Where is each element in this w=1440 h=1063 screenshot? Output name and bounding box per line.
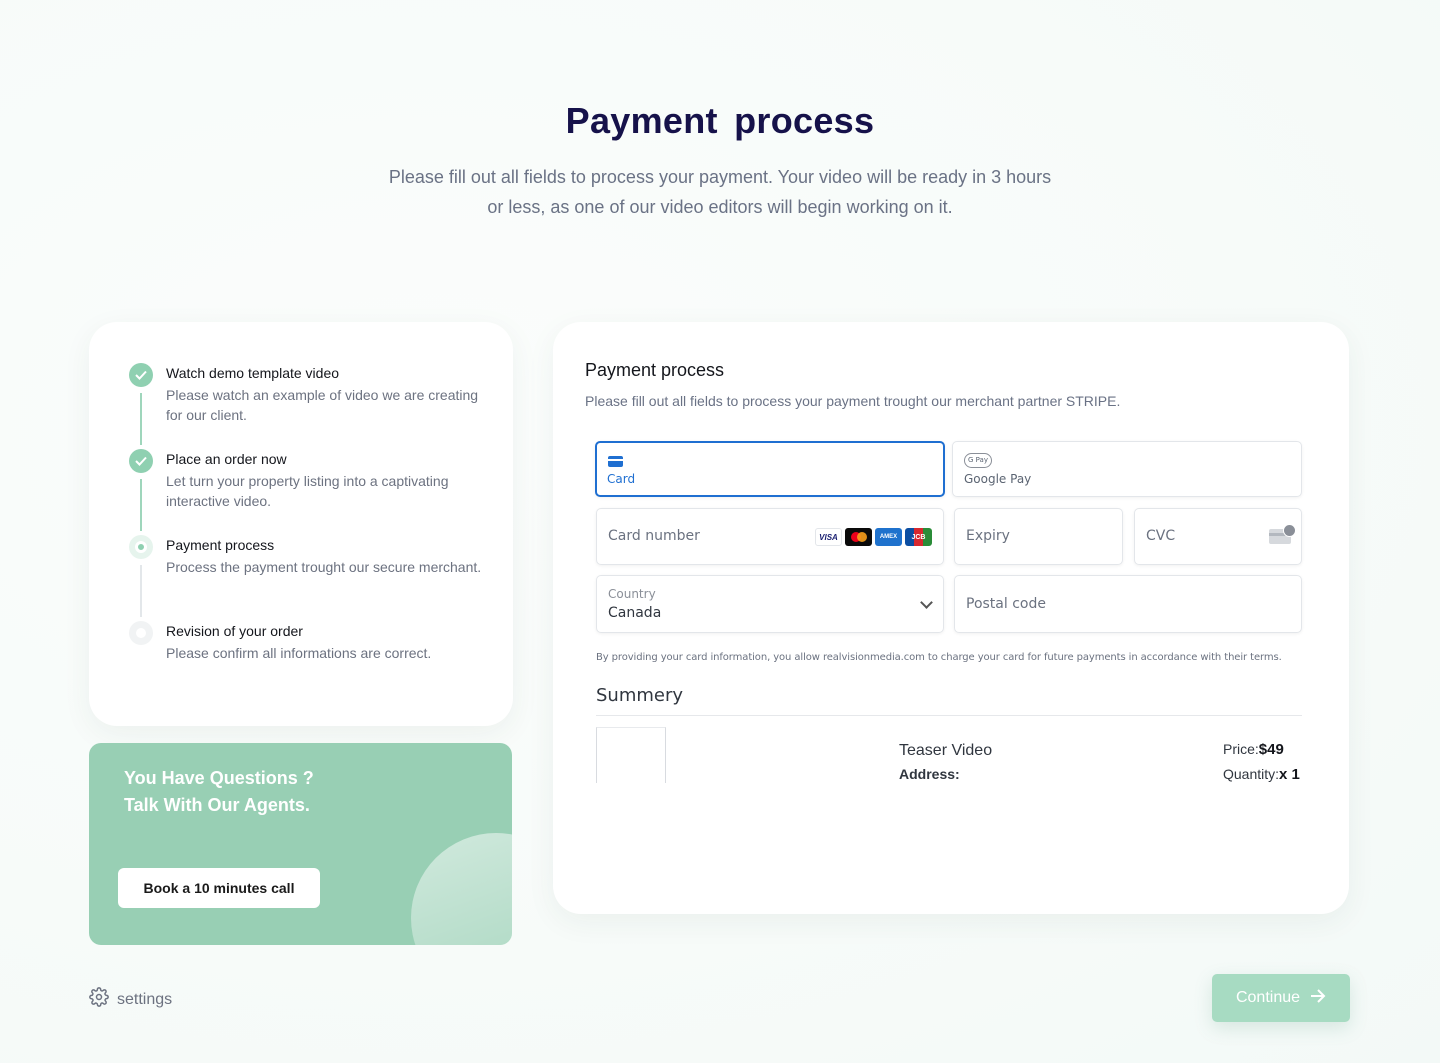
item-name: Teaser Video <box>899 742 993 759</box>
item-quantity: Quantity:x 1 <box>1223 766 1300 783</box>
summary-title: Summery <box>596 685 684 706</box>
cvc-card-icon <box>1269 524 1296 544</box>
divider <box>596 715 1302 716</box>
settings-link[interactable]: settings <box>89 987 172 1012</box>
payment-method-card[interactable]: Card <box>595 441 945 497</box>
continue-button[interactable]: Continue <box>1212 974 1350 1022</box>
check-icon <box>129 449 153 473</box>
check-icon <box>129 363 153 387</box>
step-title: Payment process <box>166 537 275 553</box>
method-label: Card <box>607 472 636 486</box>
help-card: You Have Questions ? Talk With Our Agent… <box>89 743 512 945</box>
steps-card: Watch demo template video Please watch a… <box>89 322 513 726</box>
item-address-label: Address: <box>899 766 960 782</box>
amex-icon: AMEX <box>875 528 902 546</box>
step-description: Please confirm all informations are corr… <box>166 645 432 661</box>
step-description: Process the payment trought our secure m… <box>166 559 482 575</box>
country-value: Canada <box>608 605 662 621</box>
step-title: Place an order now <box>166 451 287 467</box>
payment-title: Payment process <box>585 360 725 380</box>
step-connector <box>140 393 142 445</box>
arrow-right-icon <box>1310 988 1326 1008</box>
item-thumbnail <box>596 727 666 783</box>
payment-method-google-pay[interactable]: G Pay Google Pay <box>952 441 1302 497</box>
google-pay-icon: G Pay <box>964 453 992 468</box>
expiry-placeholder: Expiry <box>966 528 1010 544</box>
country-label: Country <box>608 587 656 601</box>
chevron-down-icon <box>920 596 933 609</box>
payment-card: Payment process Please fill out all fiel… <box>553 322 1349 914</box>
help-title: You Have Questions ? Talk With Our Agent… <box>124 768 314 815</box>
step-title: Watch demo template video <box>166 365 340 381</box>
card-brands: VISA AMEX JCB <box>815 528 932 546</box>
cvc-placeholder: CVC <box>1146 528 1176 544</box>
expiry-field[interactable]: Expiry <box>954 508 1123 565</box>
method-label: Google Pay <box>964 472 1032 486</box>
step-title: Revision of your order <box>166 623 303 639</box>
mastercard-icon <box>845 528 872 546</box>
postal-code-placeholder: Postal code <box>966 596 1046 612</box>
book-call-button[interactable]: Book a 10 minutes call <box>118 868 320 908</box>
step-description: Let turn your property listing into a ca… <box>166 473 449 509</box>
jcb-icon: JCB <box>905 528 932 546</box>
visa-icon: VISA <box>815 528 842 546</box>
terms-text: By providing your card information, you … <box>596 652 1282 663</box>
item-price: Price:$49 <box>1223 741 1284 758</box>
page-title: Payment process <box>565 100 875 141</box>
step-description: Please watch an example of video we are … <box>166 387 479 423</box>
step-connector <box>140 565 142 617</box>
payment-subtitle: Please fill out all fields to process yo… <box>585 393 1121 409</box>
decorative-circle <box>411 833 512 945</box>
hero: Payment process Please fill out all fiel… <box>0 100 1440 222</box>
step-connector <box>140 479 142 531</box>
current-step-icon <box>129 535 153 559</box>
postal-code-field[interactable]: Postal code <box>954 575 1302 633</box>
card-number-placeholder: Card number <box>608 528 700 544</box>
country-select[interactable]: Country Canada <box>596 575 944 633</box>
cvc-field[interactable]: CVC <box>1134 508 1302 565</box>
page-subtitle: Please fill out all fields to process yo… <box>388 167 1052 217</box>
gear-icon <box>89 987 109 1012</box>
pending-step-icon <box>129 621 153 645</box>
settings-label: settings <box>117 990 173 1008</box>
credit-card-icon <box>608 456 623 467</box>
card-number-field[interactable]: Card number VISA AMEX JCB <box>596 508 944 565</box>
